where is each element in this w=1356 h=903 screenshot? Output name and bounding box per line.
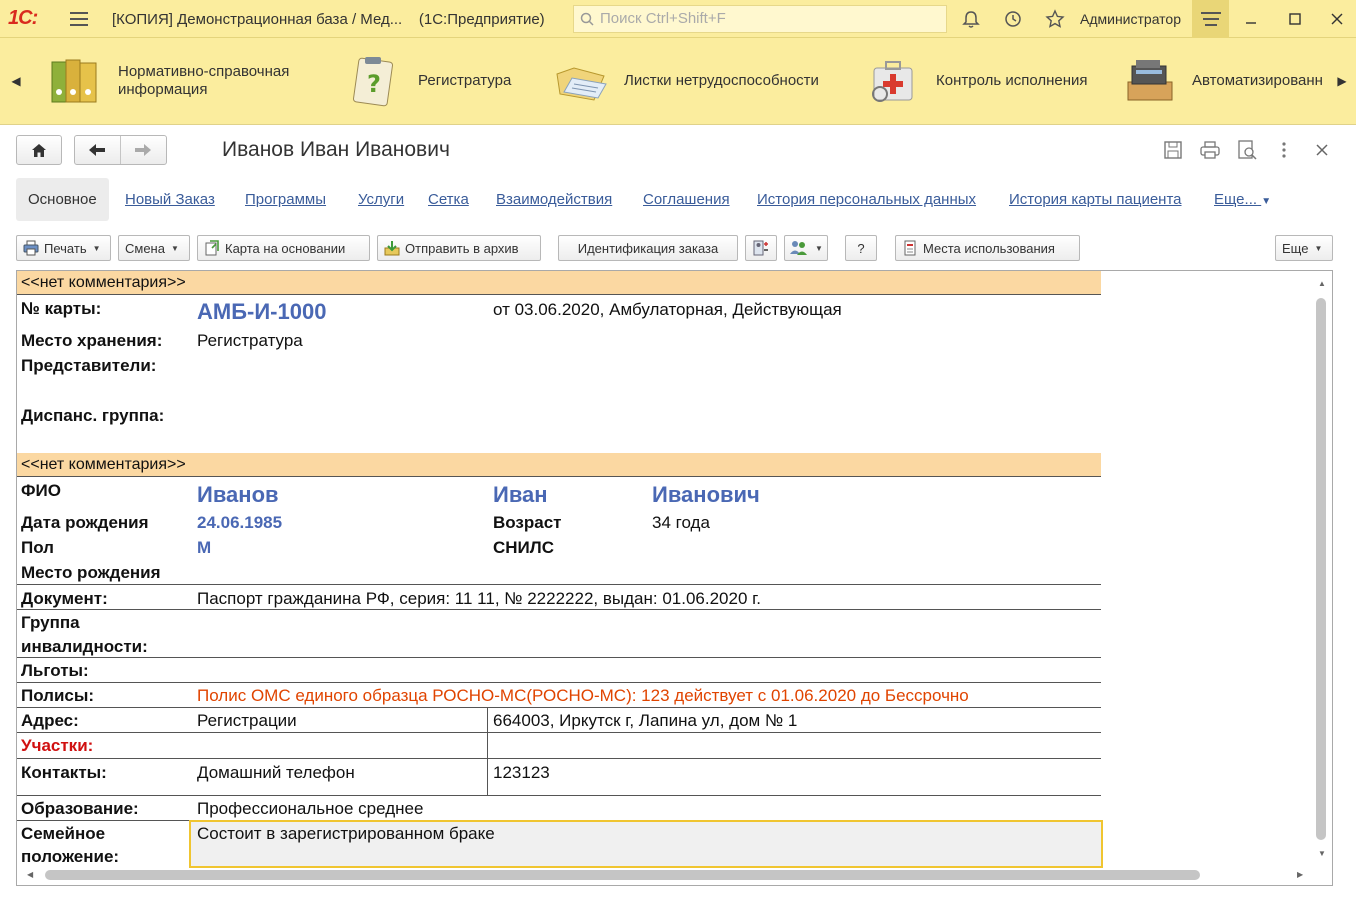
vertical-scrollbar[interactable]: ▲ ▼ xyxy=(1312,271,1332,867)
send-to-archive-button[interactable]: Отправить в архив xyxy=(377,235,541,261)
section-retail-point[interactable]: Автоматизированная торговая точка xyxy=(1122,38,1322,124)
folder-docs-icon xyxy=(556,67,607,101)
back-button[interactable] xyxy=(75,136,121,164)
binders-icon xyxy=(51,59,97,103)
home-icon xyxy=(32,144,46,157)
sections-panel: ◀ Нормативно-справочная информация ? Рег… xyxy=(0,38,1356,125)
archive-icon xyxy=(384,241,400,256)
family-status-value: Состоит в зарегистрированном браке xyxy=(197,824,495,843)
printer-icon[interactable] xyxy=(1197,138,1223,162)
family-status-label: Семейное xyxy=(21,824,106,843)
add-person-button[interactable] xyxy=(745,235,777,261)
print-button[interactable]: Печать ▼ xyxy=(16,235,111,261)
section-label: Контроль исполнения xyxy=(936,72,1088,89)
person-plus-icon xyxy=(753,240,768,256)
printer-icon xyxy=(23,240,39,256)
patient-card-report[interactable]: <<нет комментария>> № карты: АМБ-И-1000 … xyxy=(16,270,1333,886)
tab-agreements[interactable]: Соглашения xyxy=(643,178,730,221)
horizontal-scroll-thumb[interactable] xyxy=(45,870,1200,880)
arrow-left-icon xyxy=(89,144,106,156)
page-title: Иванов Иван Иванович xyxy=(222,138,450,161)
svg-text:?: ? xyxy=(367,70,381,98)
tab-more[interactable]: Еще... ▼ xyxy=(1214,178,1271,221)
clipboard-question-icon: ? xyxy=(352,57,394,107)
change-button[interactable]: Смена ▼ xyxy=(118,235,190,261)
maximize-button[interactable] xyxy=(1280,4,1310,34)
search-icon xyxy=(580,12,594,26)
forward-button[interactable] xyxy=(121,136,167,164)
section-reference-info[interactable]: Нормативно-справочная информация xyxy=(48,38,308,124)
minimize-button[interactable] xyxy=(1236,4,1266,34)
scroll-right-icon[interactable]: ▶ xyxy=(1297,870,1303,879)
sections-scroll-right[interactable]: ▶ xyxy=(1328,38,1356,124)
global-search-input[interactable]: Поиск Ctrl+Shift+F xyxy=(573,5,947,33)
window-title: [КОПИЯ] Демонстрационная база / Мед... (… xyxy=(112,11,545,28)
first-aid-kit-icon xyxy=(872,61,913,102)
tab-services[interactable]: Услуги xyxy=(358,178,404,221)
vertical-scroll-thumb[interactable] xyxy=(1316,298,1326,840)
document-links-icon xyxy=(904,240,916,256)
create-based-icon xyxy=(205,240,219,256)
section-label: Автоматизированная торговая точка xyxy=(1192,72,1322,89)
tab-new-order[interactable]: Новый Заказ xyxy=(125,178,215,221)
scroll-left-icon[interactable]: ◀ xyxy=(27,870,33,879)
close-form-icon[interactable] xyxy=(1309,138,1335,162)
more-commands-button[interactable]: Еще ▼ xyxy=(1275,235,1333,261)
chevron-down-icon: ▼ xyxy=(170,243,179,253)
save-icon[interactable] xyxy=(1160,138,1186,162)
function-menu-button[interactable] xyxy=(1192,0,1229,38)
more-actions-icon[interactable] xyxy=(1271,138,1297,162)
favorites-star-icon[interactable] xyxy=(1040,4,1070,34)
main-menu-icon[interactable] xyxy=(64,4,94,34)
history-nav xyxy=(74,135,167,165)
app-logo: 1С: xyxy=(8,7,38,29)
chevron-down-icon: ▼ xyxy=(1261,196,1272,207)
current-user[interactable]: Администратор xyxy=(1080,11,1181,27)
arrow-right-icon xyxy=(135,144,152,156)
help-button[interactable]: ? xyxy=(845,235,877,261)
usage-places-button[interactable]: Места использования xyxy=(895,235,1080,261)
preview-icon[interactable] xyxy=(1234,138,1260,162)
section-label: Нормативно-справочная информация xyxy=(118,63,290,98)
horizontal-scrollbar[interactable]: ◀ ▶ xyxy=(17,865,1332,885)
users-icon xyxy=(790,241,807,255)
close-window-button[interactable] xyxy=(1322,4,1352,34)
chevron-down-icon: ▼ xyxy=(815,243,823,253)
chevron-down-icon: ▼ xyxy=(1314,243,1323,253)
bell-icon[interactable] xyxy=(956,4,986,34)
tab-interactions[interactable]: Взаимодействия xyxy=(496,178,612,221)
card-based-button[interactable]: Карта на основании xyxy=(197,235,370,261)
section-registry[interactable]: ? Регистратура xyxy=(348,38,511,124)
sections-scroll-left[interactable]: ◀ xyxy=(2,38,30,124)
scroll-down-icon[interactable]: ▼ xyxy=(1318,849,1326,858)
title-bar: 1С: [КОПИЯ] Демонстрационная база / Мед.… xyxy=(0,0,1356,38)
tab-card-history[interactable]: История карты пациента xyxy=(1009,178,1182,221)
section-execution-control[interactable]: Контроль исполнения xyxy=(866,38,1088,124)
history-icon[interactable] xyxy=(998,4,1028,34)
family-status-label-2: положение: xyxy=(21,847,120,866)
representatives-button[interactable]: ▼ xyxy=(784,235,828,261)
cash-register-icon xyxy=(1127,60,1173,101)
section-label: Регистратура xyxy=(418,72,512,89)
section-sick-leave[interactable]: Листки нетрудоспособности xyxy=(554,38,819,124)
tab-personal-data-history[interactable]: История персональных данных xyxy=(757,178,976,221)
menu-lines-icon xyxy=(1200,12,1221,26)
home-button[interactable] xyxy=(16,135,62,165)
chevron-down-icon: ▼ xyxy=(92,243,101,253)
identify-order-button[interactable]: Идентификация заказа xyxy=(558,235,738,261)
section-label: Листки нетрудоспособности xyxy=(624,72,819,89)
tab-programs[interactable]: Программы xyxy=(245,178,326,221)
scroll-up-icon[interactable]: ▲ xyxy=(1318,279,1326,288)
tab-grid[interactable]: Сетка xyxy=(428,178,469,221)
tab-main[interactable]: Основное xyxy=(16,178,109,221)
